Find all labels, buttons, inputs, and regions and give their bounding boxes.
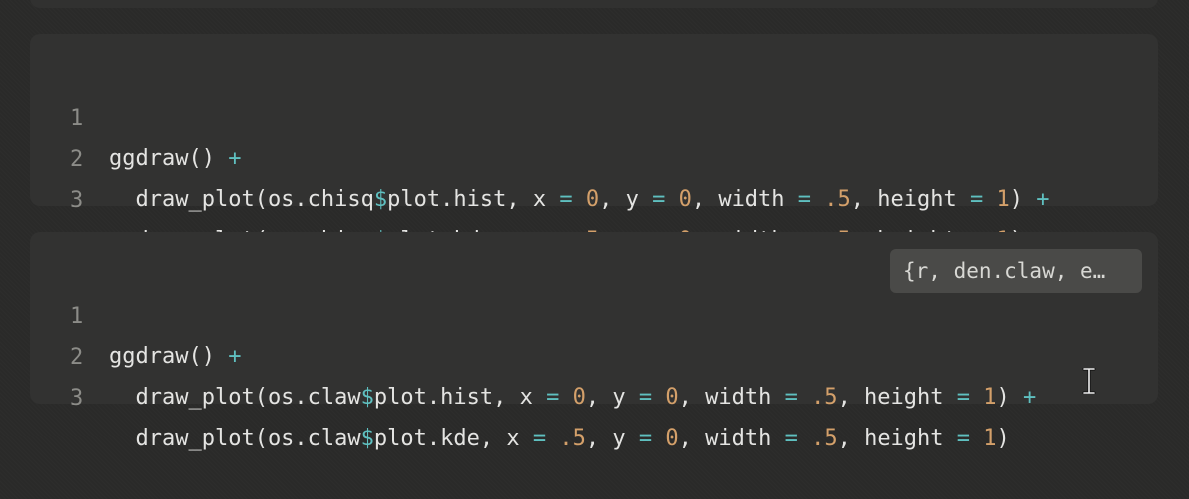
code-token-op: = — [797, 187, 812, 212]
text-cursor-icon — [1082, 368, 1096, 394]
code-token-plain: , y — [585, 385, 639, 410]
code-text[interactable]: draw_plot(os.claw$plot.hist, x = 0, y = … — [109, 378, 1036, 418]
code-token-plain: , height — [837, 426, 957, 451]
code-token-op: = — [784, 426, 798, 451]
code-token-op: = — [559, 187, 573, 212]
code-token-num: 0 — [678, 187, 692, 212]
code-token-plain: ggdraw() — [109, 146, 229, 171]
code-token-plain: , y — [585, 426, 639, 451]
code-line: 2 draw_plot(os.chisq$plot.hist, x = 0, y… — [30, 100, 1050, 212]
code-text[interactable]: ggdraw() + — [109, 139, 241, 179]
code-token-op: = — [546, 385, 560, 410]
line-number: 3 — [70, 386, 84, 411]
line-number: 3 — [70, 188, 84, 213]
code-token-plain: , width — [678, 385, 785, 410]
code-token-plain: draw_plot(os.claw — [109, 426, 361, 451]
code-token-op: = — [784, 385, 798, 410]
previous-code-cell — [30, 0, 1158, 8]
code-token-op: = — [956, 385, 971, 410]
code-line: 1 ggdraw() + — [30, 59, 241, 171]
code-token-op: = — [532, 426, 547, 451]
code-token-plain: ) — [996, 385, 1024, 410]
code-token-plain: ggdraw() — [109, 344, 229, 369]
code-token-num: 1 — [983, 426, 997, 451]
code-token-plain: plot.hist, x — [387, 187, 560, 212]
code-token-op: = — [638, 385, 653, 410]
code-token-plain: plot.hist, x — [373, 385, 547, 410]
code-token-num: .5 — [559, 426, 586, 451]
code-token-op: = — [956, 426, 971, 451]
code-token-dollar: $ — [360, 385, 374, 410]
code-token-op: = — [652, 187, 666, 212]
code-token-num: .5 — [824, 187, 851, 212]
code-cell-chisq[interactable]: 1 ggdraw() + 2 draw_plot(os.chisq$plot.h… — [30, 34, 1158, 253]
code-text[interactable]: draw_plot(os.chisq$plot.hist, x = 0, y =… — [109, 180, 1050, 220]
code-text[interactable]: draw_plot(os.claw$plot.kde, x = .5, y = … — [109, 419, 1010, 459]
code-token-plain: , width — [678, 426, 785, 451]
code-token-num: 1 — [996, 187, 1010, 212]
code-line: 1 ggdraw() + — [30, 257, 241, 369]
code-text[interactable]: ggdraw() + — [109, 337, 241, 377]
code-token-plain: , y — [599, 187, 653, 212]
code-token-op: + — [1036, 187, 1050, 212]
code-token-op: = — [638, 426, 653, 451]
code-token-plain: draw_plot(os.claw — [109, 385, 361, 410]
code-line: 3 draw_plot(os.chisq$plot.kde, x = .5, y… — [30, 141, 1023, 253]
code-token-op: = — [970, 187, 984, 212]
code-token-plain: ) — [996, 426, 1010, 451]
code-token-num: 0 — [665, 426, 679, 451]
code-token-plain: draw_plot(os.chisq — [109, 187, 374, 212]
code-token-num: .5 — [811, 385, 838, 410]
code-token-dollar: $ — [373, 187, 388, 212]
code-line: 3 draw_plot(os.claw$plot.kde, x = .5, y … — [30, 339, 1010, 451]
code-token-plain: , width — [691, 187, 798, 212]
code-token-num: 1 — [983, 385, 997, 410]
code-token-num: .5 — [811, 426, 838, 451]
code-token-plain: , height — [837, 385, 957, 410]
code-token-op: + — [228, 146, 242, 171]
code-token-num: 0 — [572, 385, 586, 410]
code-token-plain: ) — [1009, 187, 1037, 212]
code-line: 2 draw_plot(os.claw$plot.hist, x = 0, y … — [30, 298, 1036, 410]
code-token-num: 0 — [585, 187, 600, 212]
chunk-options-tooltip[interactable]: {r, den.claw, e… — [890, 249, 1142, 293]
code-token-plain: , height — [850, 187, 971, 212]
code-token-op: + — [228, 344, 242, 369]
code-token-num: 0 — [665, 385, 679, 410]
code-token-dollar: $ — [360, 426, 374, 451]
code-token-plain: plot.kde, x — [373, 426, 533, 451]
code-token-op: + — [1023, 385, 1037, 410]
